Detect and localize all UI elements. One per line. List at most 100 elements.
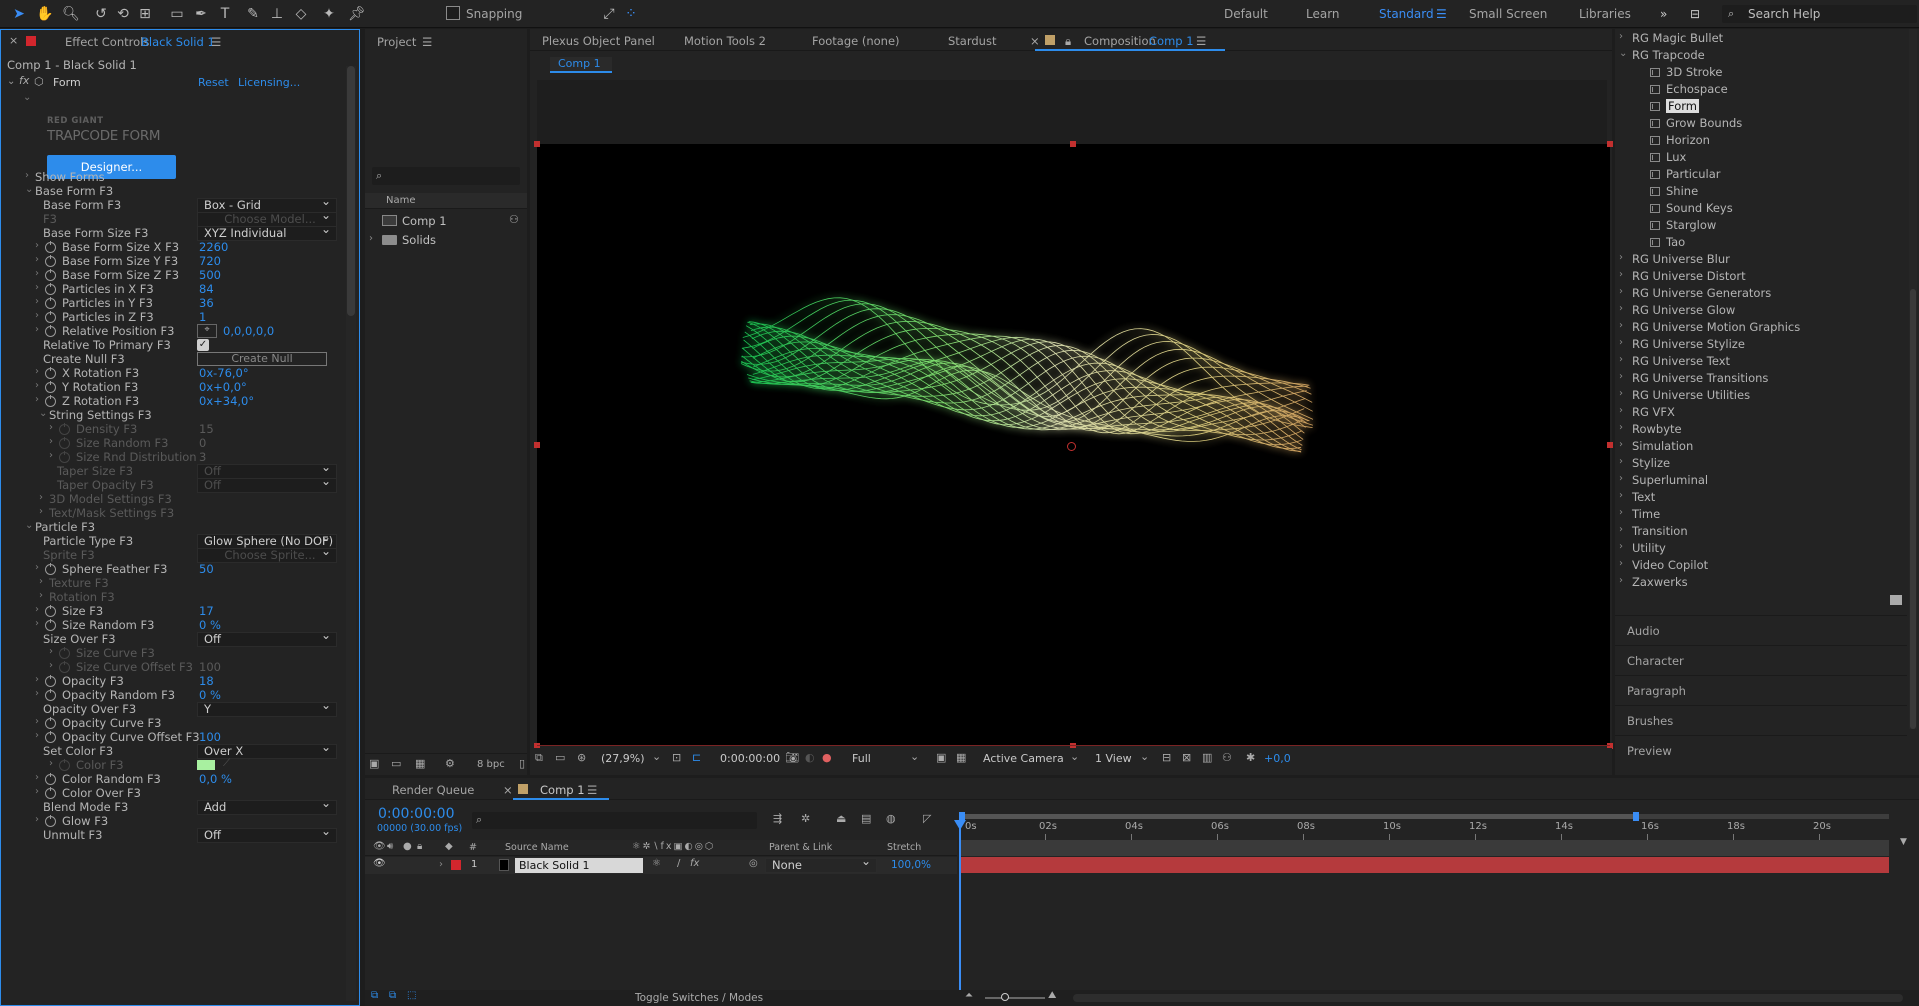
property-value[interactable]: 0x+0,0° (199, 380, 247, 394)
stopwatch-icon[interactable] (45, 787, 56, 799)
property-value[interactable]: 720 (199, 254, 221, 268)
in-out-toggle-icon[interactable]: ⬚ (407, 990, 416, 1001)
vr-icon[interactable]: ⊛ (577, 751, 586, 764)
toggle-switches-modes[interactable]: Toggle Switches / Modes (635, 992, 763, 1004)
project-search-input[interactable]: ⌕ (372, 167, 520, 185)
property-value[interactable]: 36 (199, 296, 214, 310)
lock-icon[interactable]: 🔒︎ (1065, 34, 1071, 49)
snap-icon[interactable]: ⤢ (598, 4, 620, 24)
stopwatch-icon[interactable] (45, 717, 56, 729)
stopwatch-icon[interactable] (45, 283, 56, 295)
overflow-icon[interactable]: » (1660, 7, 1667, 21)
expand-arrow-icon[interactable]: › (1619, 439, 1623, 450)
zoom-in-icon[interactable]: ⛰ (1048, 990, 1056, 1001)
layer-bar-fill[interactable] (959, 857, 1889, 873)
effect-controls-tab-layer[interactable]: Black Solid 1 (141, 35, 215, 49)
expand-arrow-icon[interactable]: › (1619, 303, 1623, 314)
project-item-comp[interactable]: Comp 1 ⚇ (365, 212, 527, 230)
new-comp-icon[interactable]: ▦ (415, 757, 425, 770)
expand-effect-icon[interactable]: ⌄ (7, 76, 15, 87)
frame-blend-icon[interactable]: ▤ (861, 812, 871, 825)
comp-end-icon[interactable]: ▼ (1900, 837, 1907, 847)
stopwatch-icon[interactable] (59, 423, 70, 435)
property-value[interactable]: 500 (199, 268, 221, 282)
expand-property-icon[interactable]: › (35, 282, 39, 293)
property-value[interactable]: 2260 (199, 240, 228, 254)
layer-switches-icons[interactable]: ⚛✲∖fx▣◐◎⬡ (632, 841, 715, 852)
tab-composition-name[interactable]: Comp 1 (1149, 34, 1194, 48)
expand-property-icon[interactable]: › (35, 310, 39, 321)
effect-category-rg-universe-utilities[interactable]: › RG Universe Utilities (1619, 388, 1750, 405)
eraser-tool-icon[interactable]: ◇ (290, 4, 312, 24)
playhead-handle[interactable] (954, 820, 966, 830)
effect-item-particular[interactable]: Particular (1650, 167, 1720, 184)
shy-icon[interactable]: ⏏ (836, 812, 846, 825)
licensing-link[interactable]: Licensing... (238, 76, 300, 89)
expand-arrow-icon[interactable]: › (1619, 31, 1623, 42)
col-parent[interactable]: Parent & Link (769, 842, 832, 853)
effect-item-horizon[interactable]: Horizon (1650, 133, 1710, 150)
close-tab-icon[interactable]: × (1030, 34, 1040, 48)
panel-brushes[interactable]: Brushes (1615, 705, 1907, 733)
expand-property-icon[interactable]: › (49, 422, 53, 433)
selection-tool-icon[interactable]: ➤ (8, 4, 30, 24)
pickwhip-icon[interactable]: ◎ (749, 858, 758, 869)
video-switch-icon[interactable]: 👁︎ (373, 841, 386, 852)
expand-property-icon[interactable]: › (35, 716, 39, 727)
rectangle-tool-icon[interactable]: ▭ (166, 4, 188, 24)
hand-tool-icon[interactable]: ✋ (34, 4, 56, 24)
collapse-group-icon[interactable]: ⌄ (25, 184, 33, 195)
parent-dropdown[interactable]: None (765, 855, 877, 873)
property-value[interactable]: 0 % (199, 618, 221, 632)
tab-plexus[interactable]: Plexus Object Panel (542, 34, 655, 48)
monitor-icon[interactable]: ▭ (555, 751, 565, 764)
expand-layer-icon[interactable]: › (439, 859, 443, 870)
color-swatch[interactable] (197, 760, 215, 770)
panel-character[interactable]: Character (1615, 645, 1907, 673)
camera-chevron-icon[interactable]: ⌄ (1070, 750, 1079, 763)
roi-icon[interactable]: ▣ (936, 751, 946, 764)
effect-category-rg-universe-transitions[interactable]: › RG Universe Transitions (1619, 371, 1768, 388)
zoom-dropdown[interactable]: (27,9%) (601, 752, 645, 765)
collapse-icon[interactable]: ⌄ (23, 92, 31, 103)
fx-icon[interactable]: fx (19, 74, 29, 87)
effect-item-3d-stroke[interactable]: 3D Stroke (1650, 65, 1722, 82)
layer-name[interactable]: Black Solid 1 (515, 858, 643, 873)
close-tab-icon[interactable]: × (9, 34, 18, 47)
reset-link[interactable]: Reset (198, 76, 229, 89)
workspace-default[interactable]: Default (1224, 7, 1268, 21)
effects-scrollbar[interactable] (1909, 29, 1917, 729)
expand-property-icon[interactable]: › (35, 380, 39, 391)
effect-category-superluminal[interactable]: › Superluminal (1619, 473, 1708, 490)
stopwatch-icon[interactable] (45, 773, 56, 785)
zoom-slider[interactable] (985, 997, 1045, 999)
col-name[interactable]: Name (386, 195, 416, 206)
expand-arrow-icon[interactable]: › (1619, 558, 1623, 569)
fit-icon[interactable]: ⊡ (672, 751, 681, 764)
layer-handle[interactable] (534, 141, 540, 147)
effect-category-time[interactable]: › Time (1619, 507, 1660, 524)
expand-arrow-icon[interactable]: › (1619, 286, 1623, 297)
brush-tool-icon[interactable]: ✎ (242, 4, 264, 24)
expand-group-icon[interactable]: › (25, 170, 29, 181)
effect-item-form[interactable]: Form (1650, 99, 1699, 116)
clone-stamp-icon[interactable]: ⊥ (266, 4, 288, 24)
view-layout-dropdown[interactable]: 1 View (1095, 752, 1132, 765)
stopwatch-icon[interactable] (45, 367, 56, 379)
graph-editor-icon[interactable]: ◸ (923, 812, 931, 825)
effect-item-sound-keys[interactable]: Sound Keys (1650, 201, 1733, 218)
search-help-box[interactable]: ⌕ Search Help (1722, 5, 1917, 23)
bit-depth-label[interactable]: 8 bpc (477, 759, 505, 770)
effect-category-rg-vfx[interactable]: › RG VFX (1619, 405, 1675, 422)
zoom-slider-thumb[interactable] (1001, 993, 1009, 1001)
project-settings-icon[interactable]: ⚙ (445, 757, 455, 770)
effect-controls-scrollbar[interactable] (346, 66, 356, 1001)
expand-property-icon[interactable]: › (49, 450, 53, 461)
roto-brush-icon[interactable]: ✦ (318, 4, 340, 24)
stopwatch-icon[interactable] (45, 563, 56, 575)
property-value[interactable]: 0,0,0,0,0 (223, 324, 274, 338)
property-value[interactable]: 84 (199, 282, 214, 296)
effect-category-rg-universe-stylize[interactable]: › RG Universe Stylize (1619, 337, 1745, 354)
draft-3d-icon[interactable]: ✲ (801, 812, 810, 825)
effect-controls-tab[interactable]: Effect Controls (65, 35, 149, 49)
